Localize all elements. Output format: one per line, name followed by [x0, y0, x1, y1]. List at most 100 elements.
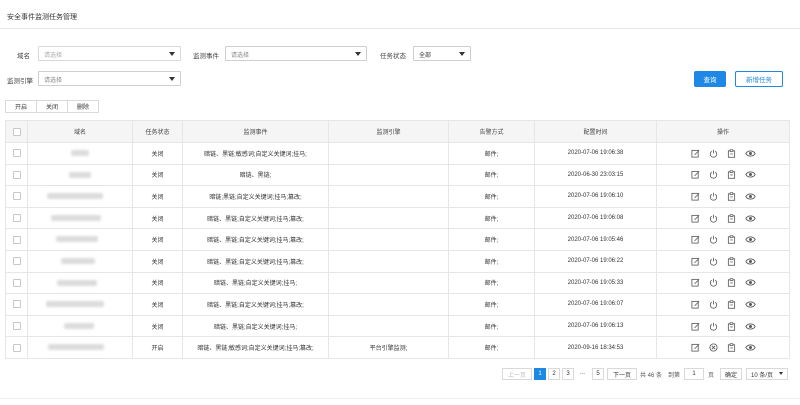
ops-cell	[656, 206, 790, 230]
status-cell: 关闭	[132, 228, 183, 251]
eye-icon[interactable]	[744, 235, 756, 244]
edit-icon[interactable]	[690, 214, 700, 223]
domain-cell	[27, 206, 133, 230]
row-checkbox[interactable]	[12, 170, 21, 179]
clipboard-icon[interactable]	[727, 235, 736, 244]
status-cell: 开启	[132, 336, 183, 359]
edit-icon[interactable]	[690, 235, 700, 244]
edit-icon[interactable]	[690, 257, 700, 266]
alert-cell: 邮件;	[448, 228, 535, 251]
ops-cell	[656, 293, 790, 316]
table-row: 关闭 暗链、黑链;自定义关键词;挂马;篡改; 邮件; 2020-07-06 19:06…	[5, 206, 790, 230]
next-page-button[interactable]: 下一页	[607, 368, 637, 380]
eye-icon[interactable]	[744, 170, 756, 179]
eye-icon[interactable]	[744, 257, 756, 266]
clipboard-icon[interactable]	[727, 321, 736, 331]
eye-icon[interactable]	[744, 322, 756, 331]
power-icon[interactable]	[709, 257, 718, 266]
domain-select[interactable]: 请选择	[38, 46, 181, 61]
enable-button[interactable]: 开启	[5, 100, 38, 113]
page-1-button[interactable]: 1	[534, 368, 546, 380]
eye-icon[interactable]	[744, 149, 756, 158]
page-2-button[interactable]: 2	[548, 368, 560, 380]
edit-icon[interactable]	[690, 278, 700, 287]
domain-label: 域名	[17, 53, 30, 60]
domain-cell	[27, 163, 133, 187]
prev-page-button[interactable]: 上一页	[502, 368, 532, 380]
row-checkbox[interactable]	[12, 192, 21, 201]
alert-cell: 邮件;	[448, 293, 535, 316]
select-all-checkbox[interactable]	[12, 127, 21, 136]
bulk-action-group: 开启 关闭 删除	[5, 100, 100, 113]
clipboard-icon[interactable]	[727, 257, 736, 266]
row-checkbox[interactable]	[12, 235, 21, 244]
table-row: 关闭 暗链、黑链;自定义关键词;挂马; 邮件; 2020-07-06 19:05:33	[5, 271, 790, 295]
status-cell: 关闭	[132, 249, 183, 273]
power-icon[interactable]	[709, 214, 718, 223]
eye-icon[interactable]	[744, 300, 756, 309]
clipboard-icon[interactable]	[727, 343, 736, 352]
clipboard-icon[interactable]	[727, 278, 736, 288]
row-checkbox[interactable]	[12, 257, 21, 266]
clipboard-icon[interactable]	[727, 300, 736, 309]
edit-icon[interactable]	[690, 300, 700, 309]
engine-cell: 平台引擎监测;	[328, 336, 449, 359]
event-cell: 暗链、黑链;	[182, 163, 329, 187]
row-checkbox[interactable]	[12, 278, 21, 287]
power-icon[interactable]	[709, 192, 718, 201]
edit-icon[interactable]	[690, 322, 700, 331]
alert-cell: 邮件;	[448, 185, 535, 208]
edit-icon[interactable]	[690, 192, 700, 201]
row-select-cell	[5, 271, 28, 295]
eye-icon[interactable]	[744, 192, 756, 201]
close-button[interactable]: 关闭	[36, 100, 69, 113]
power-icon[interactable]	[709, 278, 718, 287]
edit-icon[interactable]	[690, 149, 700, 158]
add-task-button[interactable]: 新增任务	[735, 71, 783, 87]
clipboard-icon[interactable]	[727, 149, 736, 158]
power-icon[interactable]	[709, 170, 718, 179]
eye-icon[interactable]	[744, 214, 756, 223]
power-icon[interactable]	[709, 235, 718, 244]
power-icon[interactable]	[709, 300, 718, 309]
clipboard-icon[interactable]	[727, 213, 736, 223]
edit-icon[interactable]	[690, 343, 700, 352]
goto-confirm-button[interactable]: 确定	[720, 368, 742, 380]
event-cell: 暗链、黑链;自定义关键词;挂马;	[182, 314, 329, 338]
page-3-button[interactable]: 3	[562, 368, 574, 380]
row-checkbox[interactable]	[12, 300, 21, 309]
header-engine: 监测引擎	[328, 120, 449, 143]
delete-button[interactable]: 删除	[67, 100, 100, 113]
power-icon[interactable]	[709, 322, 718, 331]
engine-cell	[328, 163, 449, 187]
domain-cell	[27, 314, 133, 338]
eye-icon[interactable]	[744, 343, 756, 352]
clipboard-icon[interactable]	[727, 170, 736, 180]
engine-select[interactable]: 请选择	[38, 71, 181, 86]
chevron-down-icon	[169, 52, 175, 56]
query-button[interactable]: 查询	[694, 71, 726, 87]
row-checkbox[interactable]	[12, 149, 21, 158]
page-5-button[interactable]: 5	[592, 368, 604, 380]
clipboard-icon[interactable]	[727, 192, 736, 201]
time-cell: 2020-07-06 19:05:46	[534, 228, 657, 251]
eye-icon[interactable]	[744, 278, 756, 287]
redacted-domain	[61, 257, 95, 264]
page-size-select[interactable]: 10 条/页	[746, 368, 788, 380]
status-select[interactable]: 全部	[413, 46, 471, 61]
edit-icon[interactable]	[690, 170, 700, 179]
event-select[interactable]: 请选择	[225, 46, 367, 61]
redacted-domain	[69, 171, 91, 178]
goto-suffix: 页	[708, 373, 715, 379]
status-cell: 关闭	[132, 293, 183, 316]
goto-page-input[interactable]: 1	[684, 368, 704, 380]
power-icon[interactable]	[709, 149, 718, 158]
engine-placeholder: 请选择	[44, 78, 63, 84]
row-checkbox[interactable]	[12, 322, 21, 331]
row-checkbox[interactable]	[12, 214, 21, 223]
stop-icon[interactable]	[708, 343, 718, 352]
row-checkbox[interactable]	[12, 343, 21, 352]
select-all-cell	[5, 120, 28, 143]
alert-cell: 邮件;	[448, 249, 535, 273]
domain-cell	[27, 271, 133, 295]
